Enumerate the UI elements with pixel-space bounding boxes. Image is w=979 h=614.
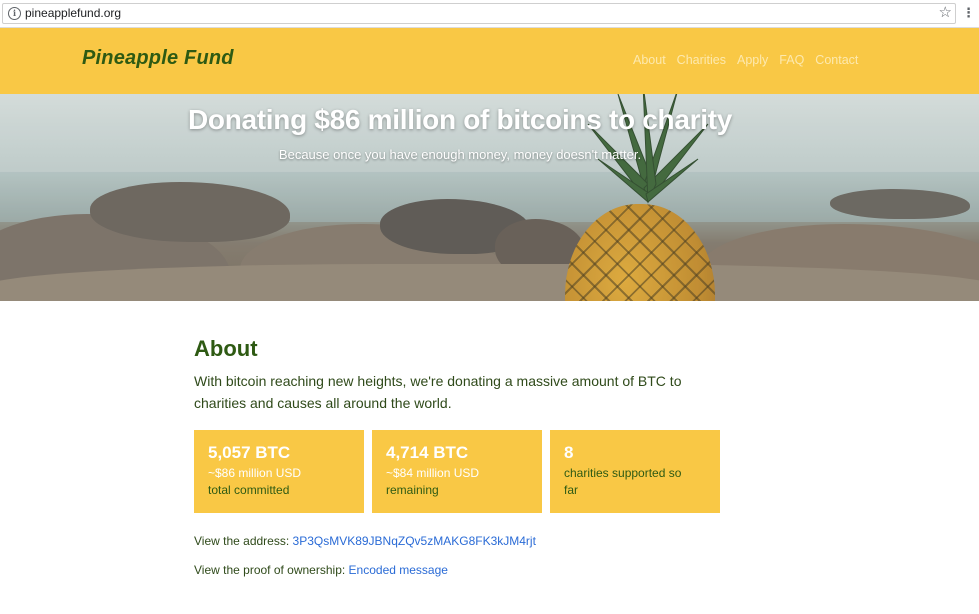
nav-about[interactable]: About bbox=[633, 53, 666, 67]
stat-usd: ~$84 million USD bbox=[386, 466, 480, 480]
stat-caption: remaining bbox=[386, 483, 439, 497]
stat-caption: total committed bbox=[208, 483, 290, 497]
nav-contact[interactable]: Contact bbox=[815, 53, 858, 67]
bookmark-star-icon[interactable]: ☆ bbox=[939, 4, 952, 22]
hero-banner: Donating $86 million of bitcoins to char… bbox=[0, 94, 979, 301]
browser-menu-icon[interactable]: ⋮ bbox=[962, 5, 975, 21]
site-header: Pineapple Fund About Charities Apply FAQ… bbox=[0, 28, 979, 94]
info-icon[interactable]: i bbox=[8, 7, 21, 20]
stat-caption: charities supported so bbox=[564, 466, 682, 480]
stat-usd: ~$86 million USD bbox=[208, 466, 302, 480]
address-bar[interactable]: i pineapplefund.org ☆ bbox=[2, 3, 956, 24]
stat-card-remaining: 4,714 BTC ~$84 million USD remaining bbox=[372, 430, 542, 513]
hero-title: Donating $86 million of bitcoins to char… bbox=[187, 104, 733, 135]
stat-value: 5,057 BTC bbox=[208, 443, 291, 462]
about-description: With bitcoin reaching new heights, we're… bbox=[194, 373, 682, 411]
stat-value: 4,714 BTC bbox=[386, 443, 469, 462]
stat-card-charities: 8 charities supported so far bbox=[550, 430, 720, 513]
browser-toolbar: i pineapplefund.org ☆ ⋮ bbox=[0, 0, 979, 28]
about-heading: About bbox=[194, 336, 258, 361]
encoded-message-link[interactable]: Encoded message bbox=[349, 563, 448, 577]
nav-faq[interactable]: FAQ bbox=[779, 53, 804, 67]
nav-charities[interactable]: Charities bbox=[677, 53, 726, 67]
brand-logo[interactable]: Pineapple Fund bbox=[82, 47, 234, 70]
nav-apply[interactable]: Apply bbox=[737, 53, 768, 67]
address-label: View the address: bbox=[194, 534, 290, 548]
hero-subtitle: Because once you have enough money, mone… bbox=[278, 147, 642, 162]
stat-caption: far bbox=[564, 483, 579, 497]
stat-value: 8 bbox=[564, 443, 574, 462]
proof-line: View the proof of ownership: Encoded mes… bbox=[194, 563, 448, 577]
proof-label: View the proof of ownership: bbox=[194, 563, 346, 577]
url-text[interactable]: pineapplefund.org bbox=[25, 6, 121, 21]
address-line: View the address: 3P3QsMVK89JBNqZQv5zMAK… bbox=[194, 534, 536, 548]
main-nav: About Charities Apply FAQ Contact bbox=[633, 53, 858, 67]
btc-address-link[interactable]: 3P3QsMVK89JBNqZQv5zMAKG8FK3kJM4rjt bbox=[293, 534, 536, 548]
stat-card-committed: 5,057 BTC ~$86 million USD total committ… bbox=[194, 430, 364, 513]
